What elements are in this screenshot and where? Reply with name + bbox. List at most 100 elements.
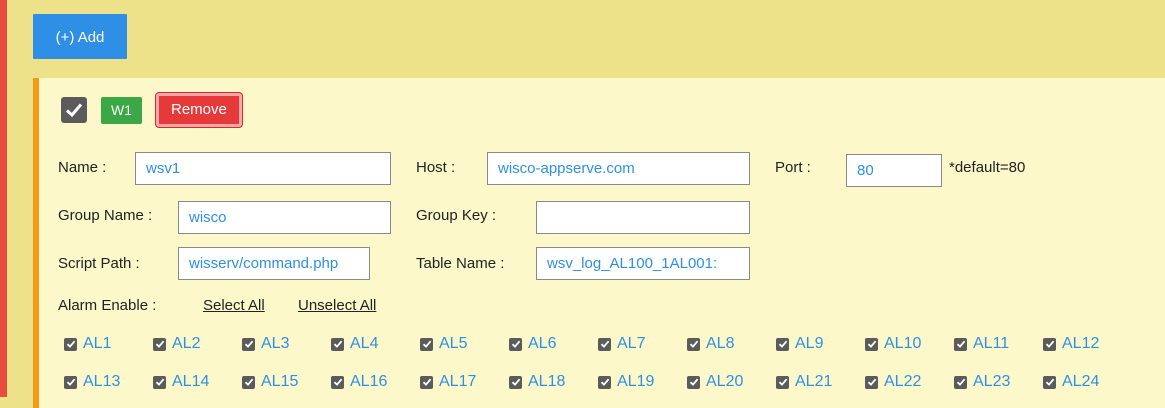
checkbox-checked-icon[interactable] <box>598 337 611 351</box>
alarm-label: AL5 <box>439 335 468 352</box>
checkbox-checked-icon[interactable] <box>331 337 344 351</box>
alarm-checkbox-item[interactable]: AL17 <box>420 373 509 391</box>
remove-button[interactable]: Remove <box>156 93 242 127</box>
checkbox-checked-icon[interactable] <box>1043 337 1056 351</box>
checkbox-checked-icon[interactable] <box>64 375 77 389</box>
enable-checkbox[interactable] <box>61 97 87 123</box>
alarm-label: AL9 <box>795 335 824 352</box>
alarm-checkbox-item[interactable]: AL1 <box>64 335 153 353</box>
alarm-label: AL23 <box>973 373 1011 390</box>
port-default-hint: *default=80 <box>949 159 1026 176</box>
alarm-label: AL17 <box>439 373 477 390</box>
alarm-label: AL4 <box>350 335 379 352</box>
group-name-input[interactable]: wisco <box>178 201 391 234</box>
checkbox-checked-icon[interactable] <box>420 337 433 351</box>
alarm-checkbox-item[interactable]: AL9 <box>776 335 865 353</box>
check-icon <box>65 103 83 118</box>
alarm-checkbox-item[interactable]: AL23 <box>954 373 1043 391</box>
alarm-label: AL16 <box>350 373 388 390</box>
checkbox-checked-icon[interactable] <box>598 375 611 389</box>
alarm-label: AL8 <box>706 335 735 352</box>
group-name-label: Group Name : <box>58 207 153 224</box>
alarm-label: AL7 <box>617 335 646 352</box>
server-card: W1 Remove Name : wsv1 Host : wisco-appse… <box>33 78 1165 408</box>
alarm-label: AL14 <box>172 373 210 390</box>
alarm-checkbox-item[interactable]: AL21 <box>776 373 865 391</box>
name-label: Name : <box>58 159 107 176</box>
checkbox-checked-icon[interactable] <box>865 337 878 351</box>
alarm-label: AL21 <box>795 373 833 390</box>
server-tag: W1 <box>101 96 142 124</box>
alarm-checkbox-item[interactable]: AL7 <box>598 335 687 353</box>
checkbox-checked-icon[interactable] <box>242 337 255 351</box>
alarm-checkbox-item[interactable]: AL24 <box>1043 373 1132 391</box>
checkbox-checked-icon[interactable] <box>1043 375 1056 389</box>
checkbox-checked-icon[interactable] <box>420 375 433 389</box>
alarm-label: AL19 <box>617 373 655 390</box>
alarm-label: AL2 <box>172 335 201 352</box>
alarm-label: AL20 <box>706 373 744 390</box>
checkbox-checked-icon[interactable] <box>776 375 789 389</box>
alarm-label: AL18 <box>528 373 566 390</box>
alarm-label: AL1 <box>83 335 112 352</box>
alarm-label: AL15 <box>261 373 299 390</box>
alarm-checkbox-item[interactable]: AL19 <box>598 373 687 391</box>
alarm-label: AL12 <box>1062 335 1100 352</box>
host-label: Host : <box>416 159 456 176</box>
checkbox-checked-icon[interactable] <box>153 375 166 389</box>
alarm-row-1: AL1 AL2 AL3 AL4 AL5 AL6 AL7 AL8 AL9 AL10 AL11 AL12 <box>64 335 1132 353</box>
checkbox-checked-icon[interactable] <box>64 337 77 351</box>
name-input[interactable]: wsv1 <box>135 152 391 185</box>
alarm-label: AL22 <box>884 373 922 390</box>
alarm-checkbox-item[interactable]: AL11 <box>954 335 1043 353</box>
alarm-checkbox-item[interactable]: AL16 <box>331 373 420 391</box>
checkbox-checked-icon[interactable] <box>687 337 700 351</box>
alarm-checkbox-item[interactable]: AL12 <box>1043 335 1132 353</box>
add-button[interactable]: (+) Add <box>33 14 127 59</box>
alarm-checkbox-item[interactable]: AL3 <box>242 335 331 353</box>
select-all-link[interactable]: Select All <box>203 297 265 314</box>
checkbox-checked-icon[interactable] <box>153 337 166 351</box>
table-name-label: Table Name : <box>416 255 505 272</box>
group-key-input[interactable] <box>536 201 750 234</box>
alarm-checkbox-item[interactable]: AL6 <box>509 335 598 353</box>
port-input[interactable]: 80 <box>846 154 942 187</box>
alarm-checkbox-item[interactable]: AL2 <box>153 335 242 353</box>
checkbox-checked-icon[interactable] <box>865 375 878 389</box>
checkbox-checked-icon[interactable] <box>509 337 522 351</box>
checkbox-checked-icon[interactable] <box>687 375 700 389</box>
script-path-input[interactable]: wisserv/command.php <box>178 247 370 280</box>
alarm-checkbox-item[interactable]: AL13 <box>64 373 153 391</box>
table-name-input[interactable]: wsv_log_AL100_1AL001: <box>536 247 750 280</box>
alarm-checkbox-item[interactable]: AL10 <box>865 335 954 353</box>
group-key-label: Group Key : <box>416 207 497 224</box>
alarm-checkbox-item[interactable]: AL5 <box>420 335 509 353</box>
alarm-label: AL3 <box>261 335 290 352</box>
port-label: Port : <box>775 159 811 176</box>
alarm-label: AL6 <box>528 335 557 352</box>
checkbox-checked-icon[interactable] <box>776 337 789 351</box>
alarm-checkbox-item[interactable]: AL20 <box>687 373 776 391</box>
alarm-label: AL24 <box>1062 373 1100 390</box>
alarm-row-2: AL13 AL14 AL15 AL16 AL17 AL18 AL19 AL20 AL21 AL22… <box>64 373 1132 391</box>
checkbox-checked-icon[interactable] <box>242 375 255 389</box>
checkbox-checked-icon[interactable] <box>954 375 967 389</box>
alarm-label: AL13 <box>83 373 121 390</box>
card-header: W1 Remove <box>61 93 242 127</box>
left-accent-bar <box>0 0 7 397</box>
alarm-checkbox-item[interactable]: AL4 <box>331 335 420 353</box>
host-input[interactable]: wisco-appserve.com <box>487 152 750 185</box>
alarm-enable-label: Alarm Enable : <box>58 297 157 314</box>
alarm-label: AL10 <box>884 335 922 352</box>
alarm-label: AL11 <box>973 335 1010 352</box>
alarm-checkbox-item[interactable]: AL14 <box>153 373 242 391</box>
alarm-checkbox-item[interactable]: AL22 <box>865 373 954 391</box>
script-path-label: Script Path : <box>58 255 140 272</box>
unselect-all-link[interactable]: Unselect All <box>298 297 376 314</box>
alarm-checkbox-item[interactable]: AL15 <box>242 373 331 391</box>
checkbox-checked-icon[interactable] <box>954 337 967 351</box>
checkbox-checked-icon[interactable] <box>509 375 522 389</box>
alarm-checkbox-item[interactable]: AL18 <box>509 373 598 391</box>
alarm-checkbox-item[interactable]: AL8 <box>687 335 776 353</box>
checkbox-checked-icon[interactable] <box>331 375 344 389</box>
